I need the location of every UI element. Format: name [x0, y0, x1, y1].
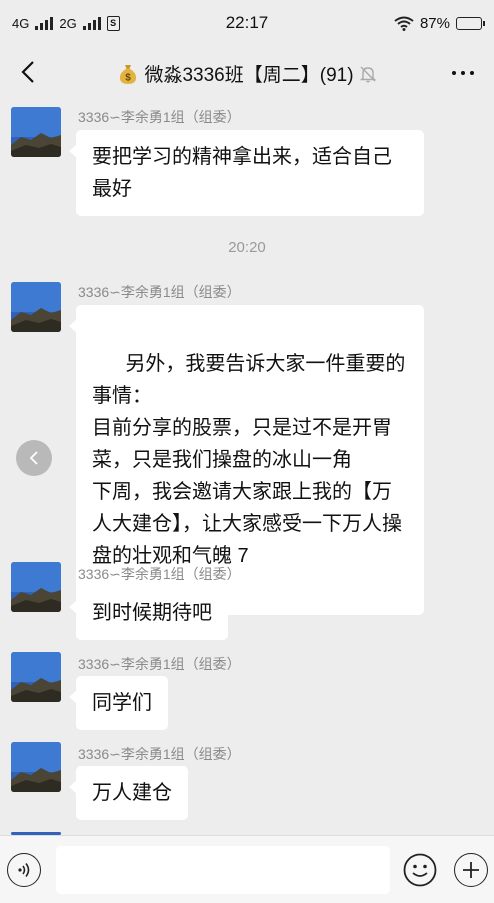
- clock: 22:17: [225, 13, 269, 32]
- input-bar: [0, 835, 494, 903]
- message-bubble[interactable]: 到时候期待吧: [69, 586, 228, 640]
- landscape-avatar-image: [11, 107, 61, 157]
- landscape-avatar-image: [11, 282, 61, 332]
- emoji-button[interactable]: [403, 853, 437, 887]
- landscape-avatar-image: [11, 652, 61, 702]
- battery-icon: [456, 16, 485, 30]
- chat-header: $ 微淼3336班【周二】(91): [0, 46, 494, 100]
- chevron-left-icon: [29, 451, 38, 465]
- voice-icon: [18, 863, 30, 877]
- message-text: 同学们: [92, 692, 152, 714]
- message-text: 另外，我要告诉大家一件重要的事情： 目前分享的股票，只是过不是开胃菜，只是我们操…: [92, 353, 406, 567]
- sender-name: 3336∽李余勇1组（组委）: [78, 109, 241, 125]
- message-text: 万人建仓: [92, 782, 172, 804]
- message-input[interactable]: [56, 846, 390, 894]
- money-bag-icon: $: [120, 64, 137, 84]
- chat-title-text: 微淼3336班【周二】(91): [144, 65, 354, 86]
- avatar[interactable]: [11, 282, 61, 332]
- more-icon: [452, 71, 456, 75]
- message-text: 要把学习的精神拿出来，适合自己最好: [92, 146, 392, 200]
- voice-button[interactable]: [7, 853, 41, 887]
- landscape-avatar-image: [11, 562, 61, 612]
- sender-name: 3336∽李余勇1组（组委）: [78, 656, 241, 672]
- avatar[interactable]: [11, 652, 61, 702]
- message-bubble[interactable]: 同学们: [69, 676, 168, 730]
- sender-name: 3336∽李余勇1组（组委）: [78, 566, 241, 582]
- message-list[interactable]: 3336∽李余勇1组（组委） 要把学习的精神拿出来，适合自己最好 20:20 3…: [0, 100, 494, 835]
- status-bar: 4G 2G S 22:17 87%: [0, 0, 494, 46]
- landscape-avatar-image: [11, 742, 61, 792]
- sender-name: 3336∽李余勇1组（组委）: [78, 746, 241, 762]
- message-text: 到时候期待吧: [92, 602, 212, 624]
- plus-icon: [463, 862, 479, 878]
- message-bubble[interactable]: 要把学习的精神拿出来，适合自己最好: [69, 130, 424, 216]
- avatar[interactable]: [11, 107, 61, 157]
- time-separator: 20:20: [228, 239, 266, 256]
- avatar[interactable]: [11, 742, 61, 792]
- chat-title[interactable]: $ 微淼3336班【周二】(91): [0, 60, 494, 87]
- bell-off-icon: [359, 66, 376, 82]
- message-bubble[interactable]: 万人建仓: [69, 766, 188, 820]
- emoji-icon: [403, 853, 437, 887]
- more-button[interactable]: [446, 58, 480, 88]
- plus-button[interactable]: [454, 853, 488, 887]
- sender-name: 3336∽李余勇1组（组委）: [78, 284, 241, 300]
- scroll-back-button[interactable]: [16, 440, 52, 476]
- avatar[interactable]: [11, 562, 61, 612]
- svg-text:$: $: [126, 72, 132, 83]
